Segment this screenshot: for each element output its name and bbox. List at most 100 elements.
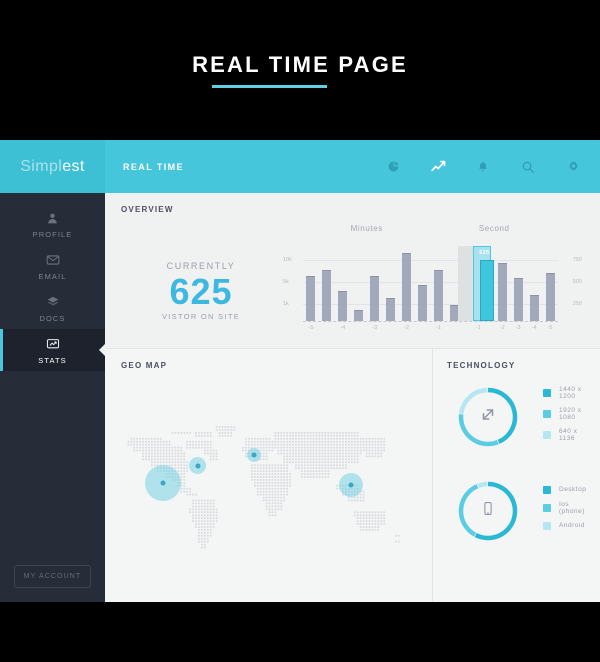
chart-bar-slot <box>510 242 526 321</box>
chart-bar-slot <box>319 242 335 321</box>
chart-bar[interactable] <box>370 275 380 321</box>
world-map[interactable] <box>113 379 426 596</box>
chart-bar-slot <box>431 242 447 321</box>
sidebar-item-label: DOCS <box>39 313 66 323</box>
chart-bar-slot <box>415 242 431 321</box>
legend-label: Desktop <box>559 486 587 493</box>
technology-panel: TECHNOLOGY 1440 x 1200 1920 x 1080 640 x… <box>432 349 600 602</box>
chart-x-tick: -4 <box>340 325 346 331</box>
legend-item[interactable]: 1440 x 1200 <box>543 386 586 400</box>
chart-bar[interactable] <box>433 270 443 321</box>
geo-panel-title: GEO MAP <box>121 361 168 370</box>
chart-x-tick: -5 <box>547 325 553 331</box>
chart-bars <box>303 242 558 321</box>
chart-bar[interactable] <box>306 275 316 321</box>
legend-swatch <box>543 409 551 418</box>
brand-logo-bright: est <box>62 157 85 175</box>
map-marker-core <box>160 480 166 486</box>
resize-arrow-icon <box>479 406 497 429</box>
map-marker-north-america-west[interactable] <box>145 465 182 502</box>
sidebar-item-profile[interactable]: PROFILE <box>0 203 105 245</box>
chart-x-tick: -2 <box>404 325 410 331</box>
map-marker-core <box>195 463 200 469</box>
chart-bar-slot <box>367 242 383 321</box>
user-icon <box>46 210 59 227</box>
chart-bar[interactable] <box>386 297 396 321</box>
main-content: REAL TIME OVERVIEW CURRENTLY 625 VISTOR … <box>105 140 600 602</box>
brand-logo[interactable]: Simplest <box>0 140 105 193</box>
chart-y-tick-left: 1k <box>283 301 289 308</box>
page-title-main: REAL TIME <box>192 52 331 77</box>
pie-chart-icon[interactable] <box>384 158 402 176</box>
chart-bar-slot <box>526 242 542 321</box>
legend-label: 1440 x 1200 <box>559 385 582 400</box>
sidebar-item-label: STATS <box>38 355 67 365</box>
chart-x-tick: -1 <box>436 325 441 331</box>
phone-icon <box>481 501 496 521</box>
sidebar-item-stats[interactable]: STATS <box>0 329 105 371</box>
my-account-button[interactable]: MY ACCOUNT <box>14 565 91 588</box>
chart-bar-slot <box>383 242 399 321</box>
chart-bar[interactable] <box>418 284 428 321</box>
chart-bar[interactable] <box>545 272 555 321</box>
chart-x-tick: -3 <box>515 325 521 331</box>
resolution-donut-block: 1440 x 1200 1920 x 1080 640 x 1136 <box>447 384 586 450</box>
sidebar-nav: PROFILE EMAIL DOCS STATS <box>0 193 105 371</box>
chart-plot-area: 10k 750 5k 500 1k 250 625 <box>283 242 582 322</box>
donut-segment[interactable] <box>477 481 488 489</box>
chart-bar[interactable] <box>529 294 539 321</box>
visitor-counter: CURRENTLY 625 VISTOR ON SITE <box>121 224 281 342</box>
chart-bar-slot <box>335 242 351 321</box>
legend-item[interactable]: 640 x 1136 <box>543 428 586 442</box>
brand-logo-dim: Simpl <box>20 157 63 175</box>
page-title: REAL TIME PAGE <box>192 52 408 78</box>
chart-bar[interactable] <box>354 310 364 321</box>
resolution-legend: 1440 x 1200 1920 x 1080 640 x 1136 <box>543 386 586 449</box>
chart-x-tick: -2 <box>499 325 505 331</box>
sidebar: Simplest PROFILE EMAIL DOCS STATS MY ACC… <box>0 140 105 602</box>
topbar: REAL TIME <box>105 140 600 193</box>
sidebar-item-label: EMAIL <box>38 271 67 281</box>
platform-donut-chart[interactable] <box>455 478 521 544</box>
overview-body: CURRENTLY 625 VISTOR ON SITE Minutes Sec… <box>121 224 584 342</box>
chart-bar-slot <box>303 242 319 321</box>
gear-icon[interactable] <box>564 158 582 176</box>
chart-bar[interactable] <box>322 270 332 321</box>
bell-icon[interactable] <box>474 158 492 176</box>
chart-y-tick-right: 250 <box>572 301 582 308</box>
chart-bar[interactable] <box>497 262 507 321</box>
sidebar-item-email[interactable]: EMAIL <box>0 245 105 287</box>
counter-value: 625 <box>169 270 233 312</box>
chart-section-label-minutes: Minutes <box>350 224 383 233</box>
chart-x-tick: -5 <box>308 325 314 331</box>
legend-item[interactable]: Ios (phone) <box>543 501 586 515</box>
legend-swatch <box>543 430 551 439</box>
legend-item[interactable]: Android <box>543 521 586 530</box>
search-icon[interactable] <box>519 158 537 176</box>
chart-bar-slot <box>351 242 367 321</box>
sidebar-item-docs[interactable]: DOCS <box>0 287 105 329</box>
platform-legend: Desktop Ios (phone) Android <box>543 485 587 537</box>
overview-panel-title: OVERVIEW <box>121 205 174 214</box>
chart-x-tick: -1 <box>475 325 481 331</box>
chart-bar[interactable] <box>513 278 523 321</box>
donut-segment[interactable] <box>458 484 479 537</box>
realtime-bar-chart: Minutes Second 10k 750 5k 500 1k 250 625 -5 -4-… <box>281 224 584 342</box>
chart-section-headers: Minutes Second <box>303 224 558 240</box>
chart-x-tick: -3 <box>372 325 378 331</box>
layers-icon <box>46 294 60 311</box>
poster-footer-band <box>0 602 600 662</box>
chart-bar[interactable] <box>402 253 412 321</box>
resolution-donut-chart[interactable] <box>455 384 521 450</box>
chart-highlight-bar[interactable] <box>479 260 494 321</box>
technology-panel-title: TECHNOLOGY <box>447 361 516 370</box>
legend-item[interactable]: 1920 x 1080 <box>543 407 586 421</box>
trending-up-icon[interactable] <box>429 158 447 176</box>
map-marker-europe[interactable] <box>246 447 261 462</box>
chart-bar[interactable] <box>338 291 348 321</box>
legend-item[interactable]: Desktop <box>543 485 587 494</box>
dashboard-bottom-row: GEO MAP TECHNOLOGY 1440 x 1200 1920 x 10… <box>105 348 600 602</box>
topbar-title: REAL TIME <box>123 161 184 172</box>
chart-bar-slot <box>399 242 415 321</box>
poster-title-band: REAL TIME PAGE <box>0 0 600 140</box>
